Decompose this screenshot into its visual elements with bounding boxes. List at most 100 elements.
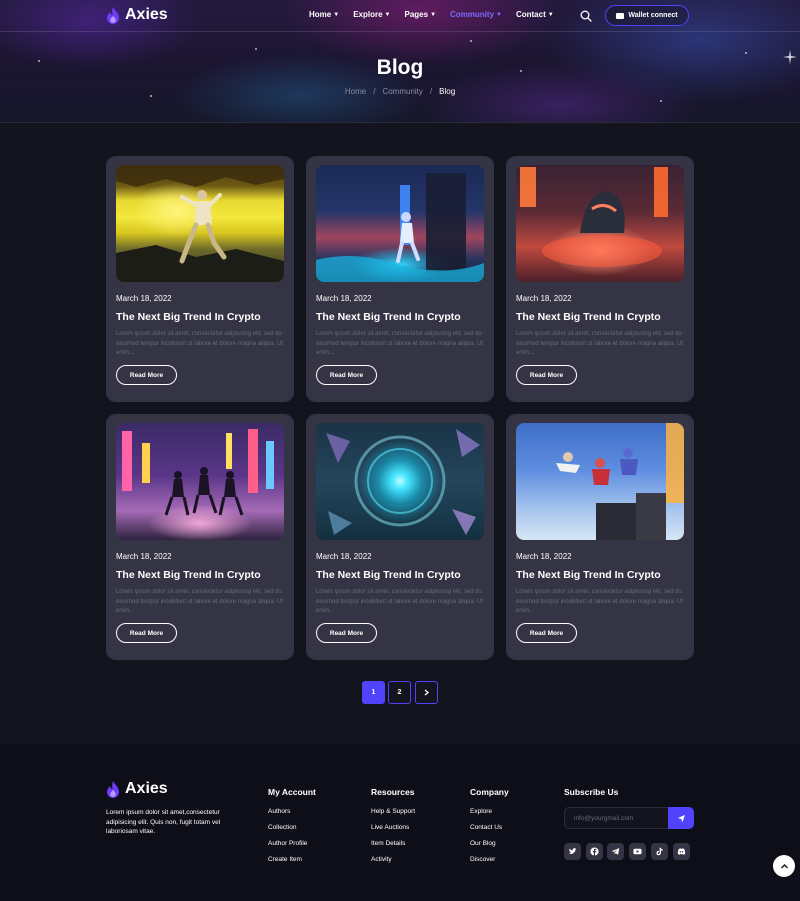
discord-icon xyxy=(677,848,686,855)
post-title[interactable]: The Next Big Trend In Crypto xyxy=(516,569,661,581)
pagination-page-2[interactable]: 2 xyxy=(388,681,411,704)
post-title[interactable]: The Next Big Trend In Crypto xyxy=(116,569,261,581)
nav-label: Home xyxy=(309,10,332,19)
star-decoration xyxy=(745,52,747,54)
chevron-up-icon xyxy=(780,863,788,868)
footer-link[interactable]: Authors xyxy=(268,808,290,815)
footer-column-title: Resources xyxy=(371,787,415,797)
post-excerpt: Lorem ipsum dolor sit amet, consectetur … xyxy=(316,331,484,356)
footer-link[interactable]: Create Item xyxy=(268,856,302,863)
wallet-label: Wallet connect xyxy=(628,12,678,19)
page-title: Blog xyxy=(376,56,424,79)
blog-image[interactable] xyxy=(316,165,484,282)
nav-label: Pages xyxy=(404,10,429,19)
youtube-button[interactable] xyxy=(629,843,646,860)
subscribe-button[interactable] xyxy=(668,807,694,829)
post-date: March 18, 2022 xyxy=(516,294,572,303)
nav-label: Contact xyxy=(515,10,546,19)
footer-link[interactable]: Author Profile xyxy=(268,840,307,847)
star-decoration xyxy=(470,40,472,42)
flame-logo-icon xyxy=(107,780,119,798)
neon-runner-illustration xyxy=(316,173,484,282)
breadcrumb-separator: / xyxy=(373,87,376,96)
nav-home[interactable]: Home ▼ xyxy=(309,10,339,19)
send-icon xyxy=(677,814,685,822)
post-title[interactable]: The Next Big Trend In Crypto xyxy=(316,569,461,581)
subscribe-title: Subscribe Us xyxy=(564,787,619,797)
post-title[interactable]: The Next Big Trend In Crypto xyxy=(316,311,461,323)
footer-link[interactable]: Help & Support xyxy=(371,808,415,815)
robot-explosion-illustration xyxy=(520,167,668,267)
chevron-down-icon: ▼ xyxy=(384,11,391,18)
nav-community[interactable]: Community ▼ xyxy=(450,10,502,19)
post-excerpt: Lorem ipsum dolor sit amet, consectetur … xyxy=(516,331,684,356)
tiktok-button[interactable] xyxy=(651,843,668,860)
blog-card: March 18, 2022 The Next Big Trend In Cry… xyxy=(306,414,494,660)
brand-logo[interactable]: Axies xyxy=(106,6,168,24)
post-excerpt: Lorem ipsum dolor sit amet, consectetur … xyxy=(316,589,484,614)
fighter-illustration xyxy=(116,165,284,282)
read-more-button[interactable]: Read More xyxy=(516,623,577,643)
scroll-to-top-button[interactable] xyxy=(773,855,795,877)
telegram-button[interactable] xyxy=(607,843,624,860)
read-more-button[interactable]: Read More xyxy=(316,365,377,385)
post-excerpt: Lorem ipsum dolor sit amet, consectetur … xyxy=(516,589,684,614)
subscribe-email-input[interactable]: info@yourgmail.com xyxy=(564,807,670,829)
blog-image[interactable] xyxy=(516,423,684,540)
footer-link[interactable]: Discover xyxy=(470,856,495,863)
facebook-button[interactable] xyxy=(586,843,603,860)
read-more-button[interactable]: Read More xyxy=(116,365,177,385)
blog-image[interactable] xyxy=(116,165,284,282)
blog-card: March 18, 2022 The Next Big Trend In Cry… xyxy=(106,156,294,402)
nav-contact[interactable]: Contact ▼ xyxy=(516,10,554,19)
nav-label: Community xyxy=(450,10,495,19)
blog-image[interactable] xyxy=(116,423,284,540)
chevron-down-icon: ▼ xyxy=(547,11,554,18)
blog-card: March 18, 2022 The Next Big Trend In Cry… xyxy=(506,156,694,402)
pagination-next-button[interactable] xyxy=(415,681,438,704)
blog-image[interactable] xyxy=(316,423,484,540)
blog-image[interactable] xyxy=(516,165,684,282)
footer-brand-logo[interactable]: Axies xyxy=(106,780,168,798)
read-more-button[interactable]: Read More xyxy=(116,623,177,643)
footer-link[interactable]: Contact Us xyxy=(470,824,502,831)
post-date: March 18, 2022 xyxy=(316,552,372,561)
brand-name: Axies xyxy=(125,6,168,23)
pagination-page-1[interactable]: 1 xyxy=(362,681,385,704)
main-nav: Home ▼ Explore ▼ Pages ▼ Community ▼ Contact… xyxy=(309,10,554,19)
flame-logo-icon xyxy=(107,6,119,24)
read-more-button[interactable]: Read More xyxy=(516,365,577,385)
chevron-down-icon: ▼ xyxy=(333,11,340,18)
twitter-button[interactable] xyxy=(564,843,581,860)
footer-link[interactable]: Collection xyxy=(268,824,297,831)
footer-link[interactable]: Explore xyxy=(470,808,492,815)
footer-description: Lorem ipsum dolor sit amet,consectetur a… xyxy=(106,809,221,835)
post-date: March 18, 2022 xyxy=(516,552,572,561)
blog-card: March 18, 2022 The Next Big Trend In Cry… xyxy=(506,414,694,660)
portal-illustration xyxy=(326,429,480,535)
page-hero: Axies Home ▼ Explore ▼ Pages ▼ Community ▼ C… xyxy=(0,0,800,123)
footer-link[interactable]: Our Blog xyxy=(470,840,496,847)
youtube-icon xyxy=(633,848,642,855)
post-title[interactable]: The Next Big Trend In Crypto xyxy=(516,311,661,323)
footer-link[interactable]: Item Details xyxy=(371,840,405,847)
blog-card: March 18, 2022 The Next Big Trend In Cry… xyxy=(306,156,494,402)
top-navbar: Axies Home ▼ Explore ▼ Pages ▼ Community ▼ C… xyxy=(0,0,800,32)
search-icon[interactable] xyxy=(580,10,592,22)
post-title[interactable]: The Next Big Trend In Crypto xyxy=(116,311,261,323)
dancers-illustration xyxy=(122,429,274,516)
breadcrumb-community[interactable]: Community xyxy=(382,87,422,96)
footer-link[interactable]: Live Auctions xyxy=(371,824,409,831)
wallet-connect-button[interactable]: Wallet connect xyxy=(605,5,689,26)
footer-link[interactable]: Activity xyxy=(371,856,392,863)
discord-button[interactable] xyxy=(673,843,690,860)
nav-explore[interactable]: Explore ▼ xyxy=(353,10,390,19)
wallet-icon xyxy=(616,12,625,19)
read-more-button[interactable]: Read More xyxy=(316,623,377,643)
breadcrumb-home[interactable]: Home xyxy=(345,87,366,96)
footer-column-title: My Account xyxy=(268,787,316,797)
twitter-icon xyxy=(568,848,577,855)
nav-pages[interactable]: Pages ▼ xyxy=(404,10,436,19)
breadcrumb-separator: / xyxy=(429,87,433,96)
chevron-down-icon: ▼ xyxy=(496,11,502,18)
